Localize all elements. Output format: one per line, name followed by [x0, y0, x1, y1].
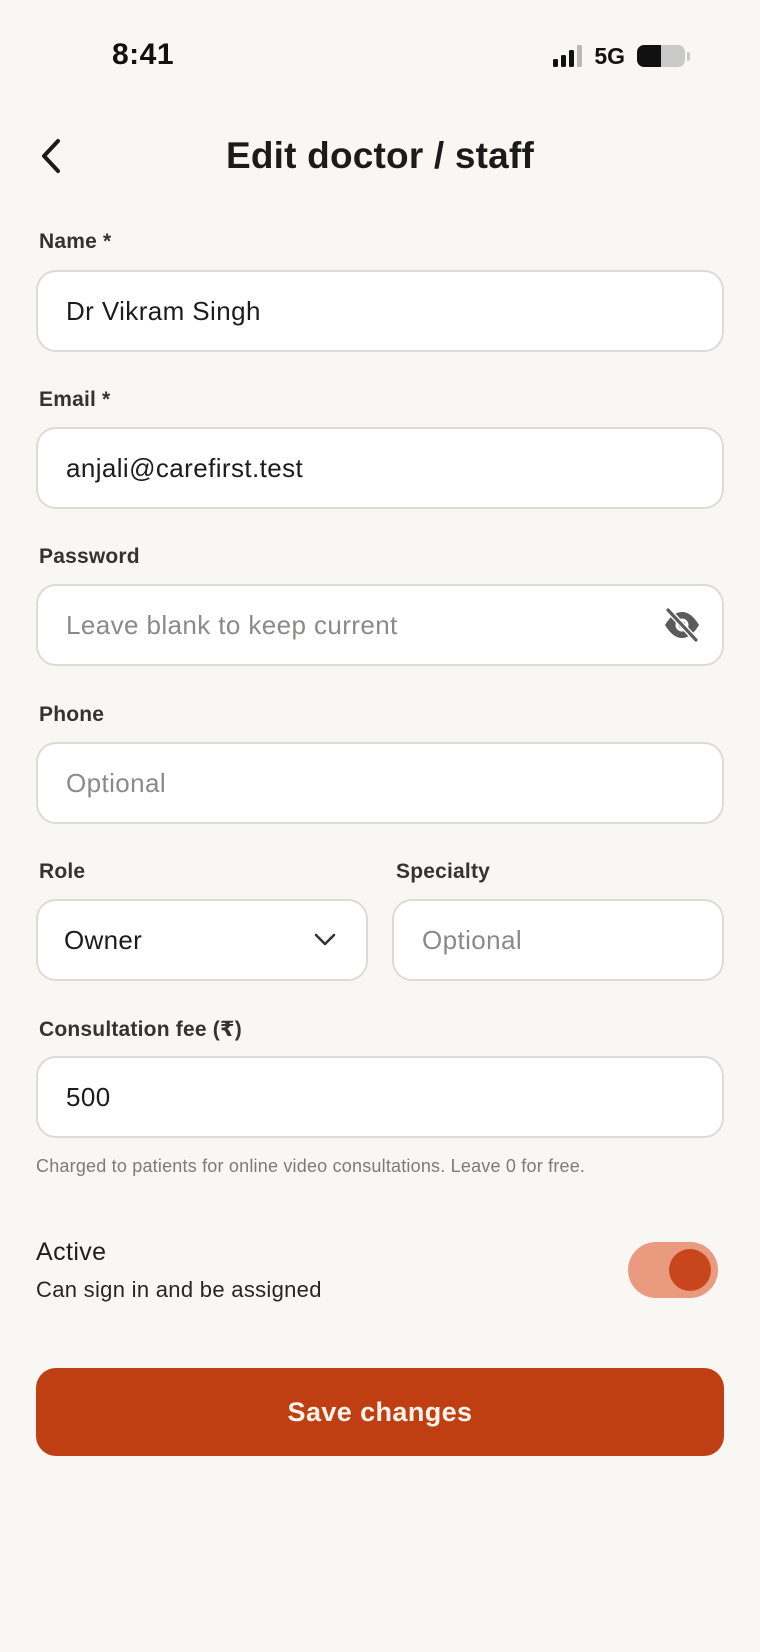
specialty-field-container [392, 899, 724, 981]
role-select[interactable]: Owner [36, 899, 368, 981]
status-indicators: 5G [553, 42, 690, 70]
active-subtitle: Can sign in and be assigned [36, 1277, 322, 1302]
network-type: 5G [594, 42, 625, 69]
email-field-container [36, 427, 724, 509]
password-input[interactable] [66, 609, 660, 641]
password-label: Password [39, 545, 140, 568]
consultation-fee-field-container [36, 1056, 724, 1138]
page-title: Edit doctor / staff [225, 135, 535, 176]
edit-staff-screen: 8:41 5G Edit doctor / staff Name * Email… [0, 0, 760, 1652]
role-selected-value: Owner [64, 924, 143, 955]
battery-level [637, 45, 661, 67]
name-label: Name * [39, 230, 112, 253]
active-title: Active [36, 1238, 107, 1266]
phone-field-container [36, 742, 724, 824]
name-field-container [36, 270, 724, 352]
email-input[interactable] [66, 452, 694, 484]
specialty-input[interactable] [422, 924, 694, 956]
password-field-container [36, 584, 724, 666]
eye-off-icon [665, 608, 699, 642]
name-input[interactable] [66, 295, 694, 327]
phone-label: Phone [39, 703, 105, 726]
battery-icon [637, 45, 685, 67]
save-changes-button[interactable]: Save changes [36, 1368, 724, 1456]
battery-cap [687, 51, 690, 61]
email-label: Email * [39, 388, 111, 411]
consultation-fee-input[interactable] [66, 1081, 694, 1113]
specialty-label: Specialty [396, 860, 491, 883]
cellular-signal-icon [553, 45, 583, 67]
active-toggle[interactable] [628, 1242, 718, 1298]
active-toggle-knob [669, 1249, 711, 1291]
consultation-fee-label: Consultation fee (₹) [39, 1018, 242, 1041]
status-time: 8:41 [112, 38, 175, 71]
chevron-down-icon [310, 925, 340, 955]
phone-input[interactable] [66, 767, 694, 799]
toggle-password-visibility-button[interactable] [660, 603, 704, 647]
consultation-fee-helper: Charged to patients for online video con… [36, 1156, 586, 1176]
role-label: Role [39, 860, 86, 883]
